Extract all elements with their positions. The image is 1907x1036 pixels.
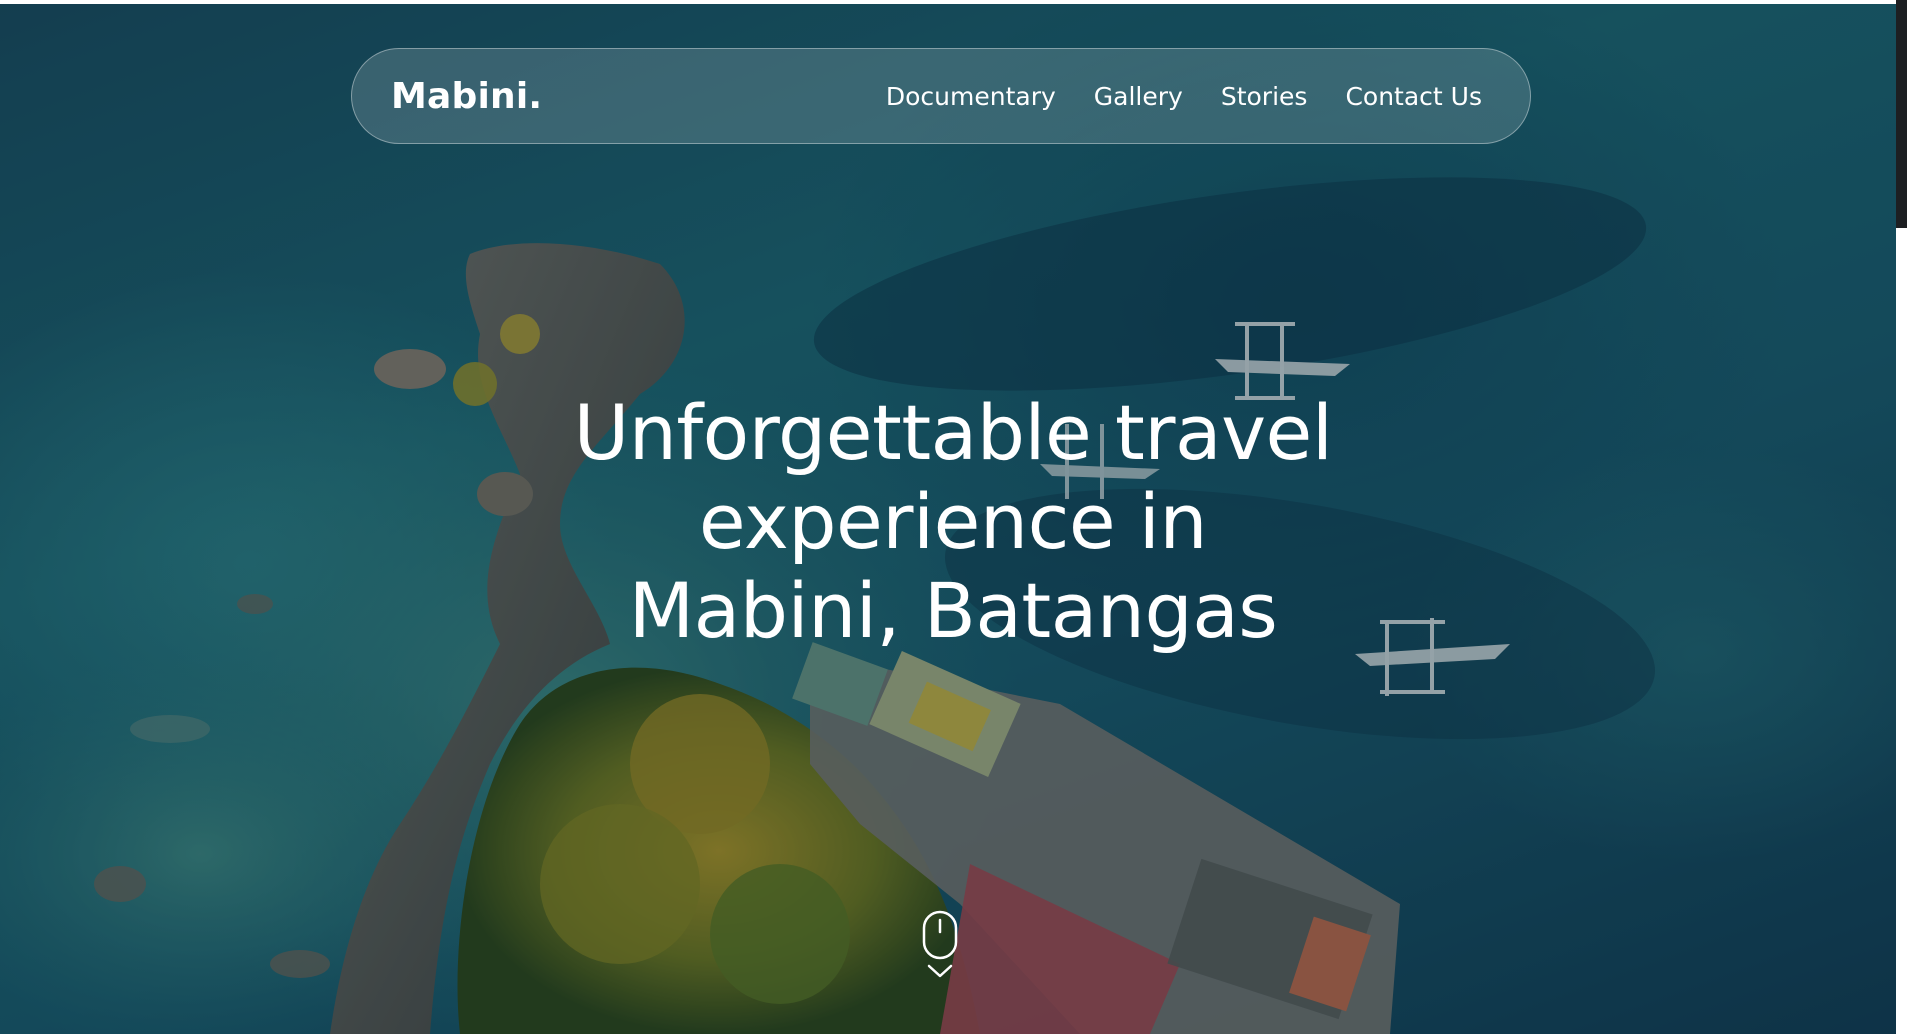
hero-headline-line: Unforgettable travel [573, 388, 1333, 477]
nav-link-stories[interactable]: Stories [1221, 82, 1308, 111]
nav-link-gallery[interactable]: Gallery [1094, 82, 1183, 111]
nav-links: Documentary Gallery Stories Contact Us [886, 82, 1482, 111]
page-scrollbar[interactable] [1896, 0, 1907, 1036]
nav-link-contact-us[interactable]: Contact Us [1345, 82, 1482, 111]
mouse-scroll-down-icon[interactable] [920, 910, 960, 980]
scrollbar-thumb[interactable] [1896, 0, 1907, 228]
navbar: Mabini. Documentary Gallery Stories Cont… [351, 48, 1531, 144]
hero-headline-line: Mabini, Batangas [628, 566, 1278, 655]
hero-headline: Unforgettable travel experience in Mabin… [453, 388, 1453, 655]
nav-link-documentary[interactable]: Documentary [886, 82, 1056, 111]
hero-headline-line: experience in [698, 477, 1208, 566]
page: Mabini. Documentary Gallery Stories Cont… [0, 0, 1907, 1036]
brand-logo[interactable]: Mabini. [391, 76, 542, 117]
